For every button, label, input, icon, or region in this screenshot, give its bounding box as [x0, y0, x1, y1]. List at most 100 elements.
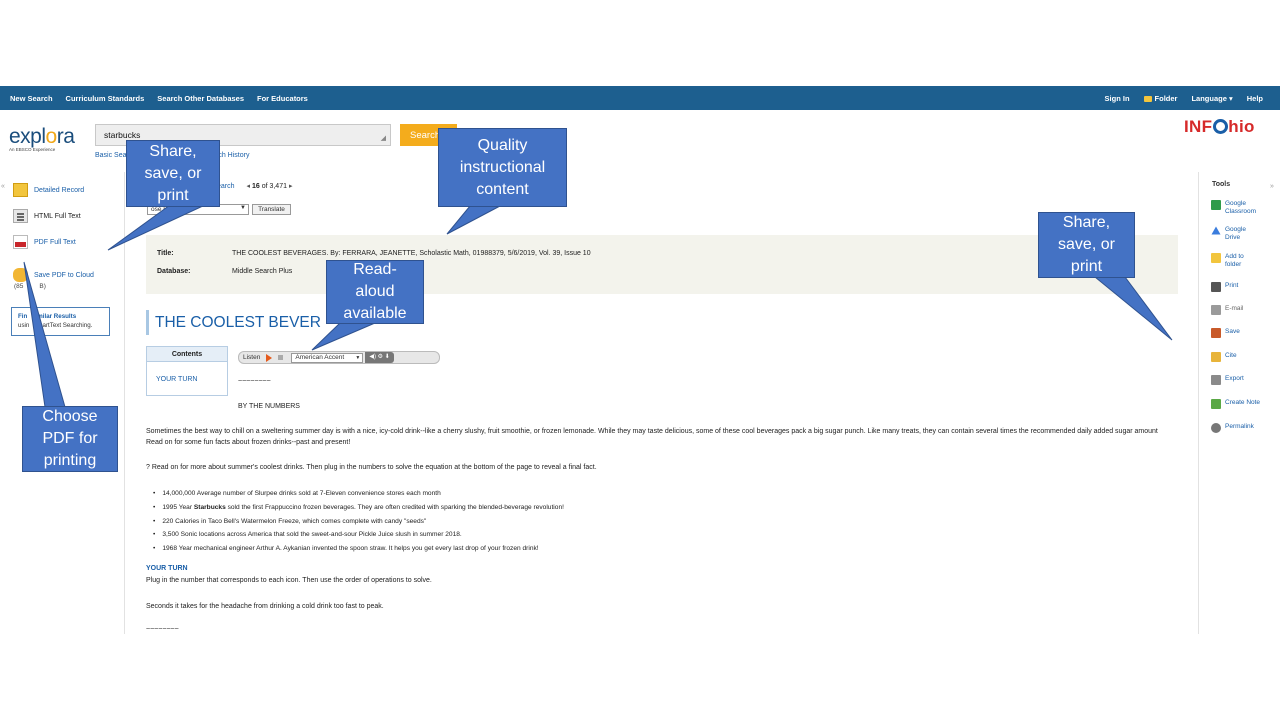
tool-label: Add to folder [1225, 253, 1244, 268]
contents-item-your-turn[interactable]: YOUR TURN [147, 362, 227, 383]
detailed-record-icon [13, 183, 28, 197]
folder-label: Folder [1154, 93, 1178, 103]
google-classroom-icon [1211, 200, 1221, 210]
article-paragraph-4: Seconds it takes for the headache from d… [146, 603, 384, 610]
title-label: Title: [157, 250, 174, 257]
google-drive-icon [1211, 226, 1221, 235]
callout-quality-text: Quality instructional content [459, 136, 546, 198]
translate-button[interactable]: Translate [252, 204, 291, 215]
tool-google-drive[interactable]: Google Drive [1211, 226, 1255, 242]
tool-export[interactable]: Export [1211, 375, 1244, 385]
tool-label: Cite [1225, 352, 1237, 359]
article-paragraph-2: ? Read on for more about summer's cooles… [146, 464, 597, 471]
folder-icon [1211, 253, 1221, 263]
record-metadata: Title: THE COOLEST BEVERAGES. By: FERRAR… [146, 235, 1178, 294]
html-full-text-link[interactable]: HTML Full Text [13, 209, 81, 223]
database-value: Middle Search Plus [232, 268, 293, 275]
export-icon [1211, 375, 1221, 385]
pdf-size-note-a: (85 [14, 283, 24, 290]
callout-read-aloud: Read- aloud available [326, 260, 424, 324]
pdf-full-text-link[interactable]: PDF Full Text [13, 235, 76, 249]
language-menu[interactable]: Language ▾ [1191, 94, 1232, 103]
facts-list: 14,000,000 Average number of Slurpee dri… [153, 490, 564, 559]
database-label: Database: [157, 268, 191, 275]
find-similar-results-box[interactable]: Fin milar Results usin martText Searching. [11, 307, 110, 336]
listen-button[interactable]: Listen [243, 354, 260, 361]
infohio-text-a: INF [1184, 117, 1213, 136]
by-the-numbers-heading: BY THE NUMBERS [238, 403, 300, 410]
result-total: of 3,471 [261, 183, 287, 190]
infohio-text-b: hio [1228, 117, 1255, 136]
callout-share-left-text: Share, save, or print [144, 142, 202, 204]
next-result-icon[interactable]: ▸ [289, 183, 293, 190]
callout-read-aloud-text: Read- aloud available [343, 261, 407, 322]
folder-icon [1143, 95, 1152, 102]
collapse-left-icon[interactable]: « [1, 183, 5, 190]
tool-email[interactable]: E-mail [1211, 305, 1243, 315]
tool-label: E-mail [1225, 305, 1244, 312]
title-value: THE COOLEST BEVERAGES. By: FERRARA, JEAN… [232, 250, 591, 257]
explora-logo[interactable]: explora An EBSCO Experience [9, 125, 89, 155]
play-icon[interactable] [266, 353, 273, 362]
list-item: 220 Calories in Taco Bell's Watermelon F… [153, 518, 564, 532]
similar-body-a: usin [18, 321, 30, 329]
search-history-link[interactable]: rch History [216, 152, 249, 159]
similar-title-a: Fin [18, 313, 28, 320]
tool-save[interactable]: Save [1211, 328, 1240, 338]
save-pdf-cloud-label: Save PDF to Cloud [34, 271, 94, 279]
collapse-right-icon[interactable]: » [1270, 183, 1274, 190]
callout-choose-pdf: Choose PDF for printing [22, 406, 118, 472]
tool-label: Google Classroom [1225, 200, 1257, 215]
nav-new-search[interactable]: New Search [10, 94, 53, 103]
tool-add-to-folder[interactable]: Add to folder [1211, 253, 1255, 269]
cite-icon [1211, 352, 1221, 362]
tools-header: Tools [1212, 181, 1231, 188]
result-position: 16 [251, 183, 260, 190]
tilde-divider-end: ~~~~~~~~ [146, 626, 179, 632]
folder-link[interactable]: Folder [1143, 93, 1178, 103]
help-link[interactable]: Help [1247, 94, 1263, 103]
tool-google-classroom[interactable]: Google Classroom [1211, 200, 1265, 216]
save-icon [1211, 328, 1221, 338]
callout-share-right: Share, save, or print [1038, 212, 1135, 278]
contents-box: Contents YOUR TURN [146, 346, 228, 396]
nav-curriculum-standards[interactable]: Curriculum Standards [66, 94, 145, 103]
callout-choose-pdf-text: Choose PDF for printing [42, 408, 98, 469]
tool-print[interactable]: Print [1211, 282, 1238, 292]
basic-search-link[interactable]: Basic Sea [95, 152, 127, 159]
html-document-icon [13, 209, 28, 223]
stop-icon[interactable] [278, 355, 284, 360]
read-aloud-settings-icon[interactable]: ◀) ⚙ ⬇ [365, 352, 394, 363]
tool-create-note[interactable]: Create Note [1211, 399, 1260, 409]
tool-label: Permalink [1225, 423, 1254, 430]
accent-chevron-icon: ▼ [355, 354, 361, 361]
tool-label: Export [1225, 375, 1244, 382]
nav-search-other-databases[interactable]: Search Other Databases [157, 94, 244, 103]
prev-result-icon[interactable]: ◂ [246, 183, 250, 190]
tilde-divider: ~~~~~~~~ [238, 378, 271, 385]
tool-permalink[interactable]: Permalink [1211, 423, 1254, 433]
detailed-record-link[interactable]: Detailed Record [13, 183, 84, 197]
highlighted-term: Starbucks [193, 503, 226, 511]
pdf-icon [13, 235, 28, 249]
list-item: 3,500 Sonic locations across America tha… [153, 531, 564, 545]
callout-share-right-text: Share, save, or print [1058, 214, 1115, 275]
search-input-value: starbucks [104, 130, 141, 140]
callout-share-left: Share, save, or print [126, 140, 220, 207]
your-turn-heading: YOUR TURN [146, 565, 188, 572]
sign-in-link[interactable]: Sign In [1105, 94, 1130, 103]
tool-label: Create Note [1225, 399, 1261, 406]
infohio-logo[interactable]: INF hio [1184, 117, 1255, 137]
cloud-icon [13, 268, 28, 282]
email-icon [1211, 305, 1221, 315]
chevron-down-icon: ▼ [240, 205, 246, 211]
nav-for-educators[interactable]: For Educators [257, 94, 308, 103]
list-item: 1995 Year Starbucks sold the first Frapp… [153, 504, 564, 518]
callout-quality: Quality instructional content [438, 128, 567, 207]
read-aloud-toolbar: Listen American Accent ▼ ◀) ⚙ ⬇ [238, 351, 440, 364]
article-title: THE COOLEST BEVER [146, 310, 321, 335]
tool-cite[interactable]: Cite [1211, 352, 1237, 362]
save-pdf-cloud-link[interactable]: Save PDF to Cloud [13, 268, 94, 282]
accent-select[interactable]: American Accent ▼ [291, 352, 364, 363]
logo-subtitle: An EBSCO Experience [9, 147, 56, 152]
